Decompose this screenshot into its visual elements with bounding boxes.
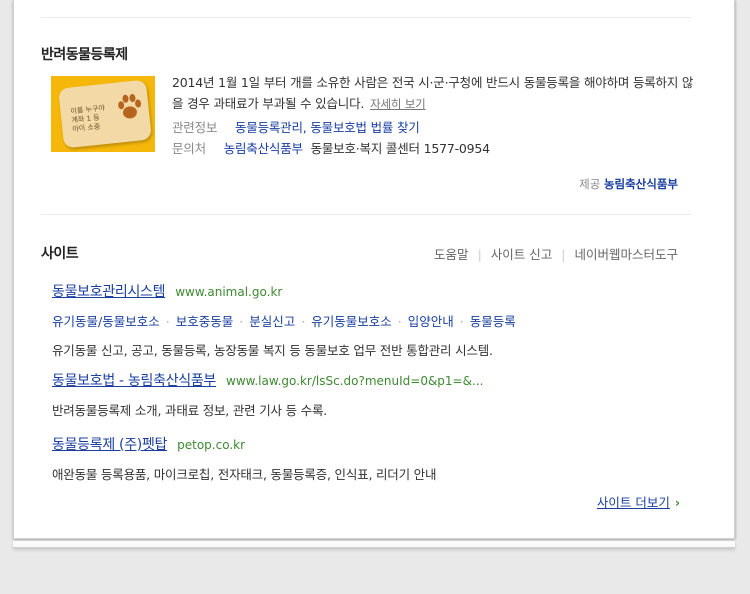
contact-org-link[interactable]: 농림축산식품부 [224,141,303,156]
see-more-sites-link[interactable]: 사이트 더보기 › [597,492,680,511]
help-link[interactable]: 도움말 [434,247,469,262]
related-link-law[interactable]: 동물보호법 법률 찾기 [310,120,419,135]
site-tools: 도움말 | 사이트 신고 | 네이버웹마스터도구 [434,244,678,263]
detail-link[interactable]: 자세히 보기 [370,97,426,111]
result-title-link[interactable]: 동물보호법 - 농림축산식품부 [52,373,216,389]
contact-label: 문의처 [172,141,206,156]
separator: | [561,247,566,262]
chevron-right-icon: › [674,495,680,510]
provider-link[interactable]: 농림축산식품부 [604,177,678,191]
id-card-graphic: 이름 누구야 계좌 1 등 아이 소중 [58,79,152,149]
result-description: 애완동물 등록용품, 마이크로칩, 전자태크, 동물등록증, 인식표, 리더기 … [52,467,437,482]
search-results-panel: 반려동물등록제 이름 누구야 계좌 1 등 아이 소중 2014년 1월 1일 … [13,0,735,539]
card-text: 이름 누구야 계좌 1 등 아이 소중 [70,104,106,134]
site-result: 동물보호관리시스템 www.animal.go.kr 유기동물/동물보호소 · 보호중… [52,281,692,359]
section-divider [41,214,692,215]
site-result: 동물보호법 - 농림축산식품부 www.law.go.kr/lsSc.do?men… [52,370,692,419]
result-description: 반려동물등록제 소개, 과태료 정보, 관련 기사 등 수록. [52,403,328,418]
result-url: petop.co.kr [177,438,246,452]
result-sublinks: 유기동물/동물보호소 · 보호중동물 · 분실신고 · 유기동물보호소 · 입양안내 · 동물등록 [52,314,516,329]
result-description: 유기동물 신고, 공고, 동물등록, 농장동물 복지 등 동물보호 업무 전반 … [52,343,493,358]
top-divider [41,17,692,18]
result-title-link[interactable]: 동물보호관리시스템 [52,284,166,300]
webmaster-tools-link[interactable]: 네이버웹마스터도구 [574,247,678,262]
contact-row: 문의처 농림축산식품부 동물보호·복지 콜센터 1577-0954 [172,138,490,157]
registration-description: 2014년 1월 1일 부터 개를 소유한 사람은 전국 시·군·구청에 반드시… [172,75,694,111]
related-info-row: 관련정보 동물등록관리, 동물보호법 법률 찾기 [172,117,420,136]
contact-info: 동물보호·복지 콜센터 1577-0954 [310,141,491,156]
separator: | [477,247,482,262]
sublink-stray-animal-shelter[interactable]: 유기동물/동물보호소 [52,314,160,329]
sublink-adoption[interactable]: 입양안내 [408,314,454,329]
result-title-link[interactable]: 동물등록제 (주)펫탑 [52,437,167,453]
related-info-label: 관련정보 [172,120,218,135]
report-site-link[interactable]: 사이트 신고 [491,247,552,262]
sublink-lost-report[interactable]: 분실신고 [249,314,295,329]
provider: 제공 농림축산식품부 [579,176,678,192]
site-result: 동물등록제 (주)펫탑 petop.co.kr 애완동물 등록용품, 마이크로칩,… [52,434,692,483]
registration-card-image: 이름 누구야 계좌 1 등 아이 소중 [51,76,155,152]
sublink-shelter[interactable]: 유기동물보호소 [311,314,392,329]
sublink-registration[interactable]: 동물등록 [470,314,516,329]
provider-label: 제공 [579,177,601,191]
paw-icon [118,94,142,119]
sublink-protected-animals[interactable]: 보호중동물 [176,314,234,329]
site-section-title: 사이트 [41,246,79,262]
result-url: www.law.go.kr/lsSc.do?menuId=0&p1=&... [226,374,484,388]
panel-bottom-edge [13,541,735,548]
related-link-registration[interactable]: 동물등록관리, [235,120,307,135]
pet-registration-title: 반려동물등록제 [41,47,128,63]
result-url: www.animal.go.kr [175,285,283,299]
